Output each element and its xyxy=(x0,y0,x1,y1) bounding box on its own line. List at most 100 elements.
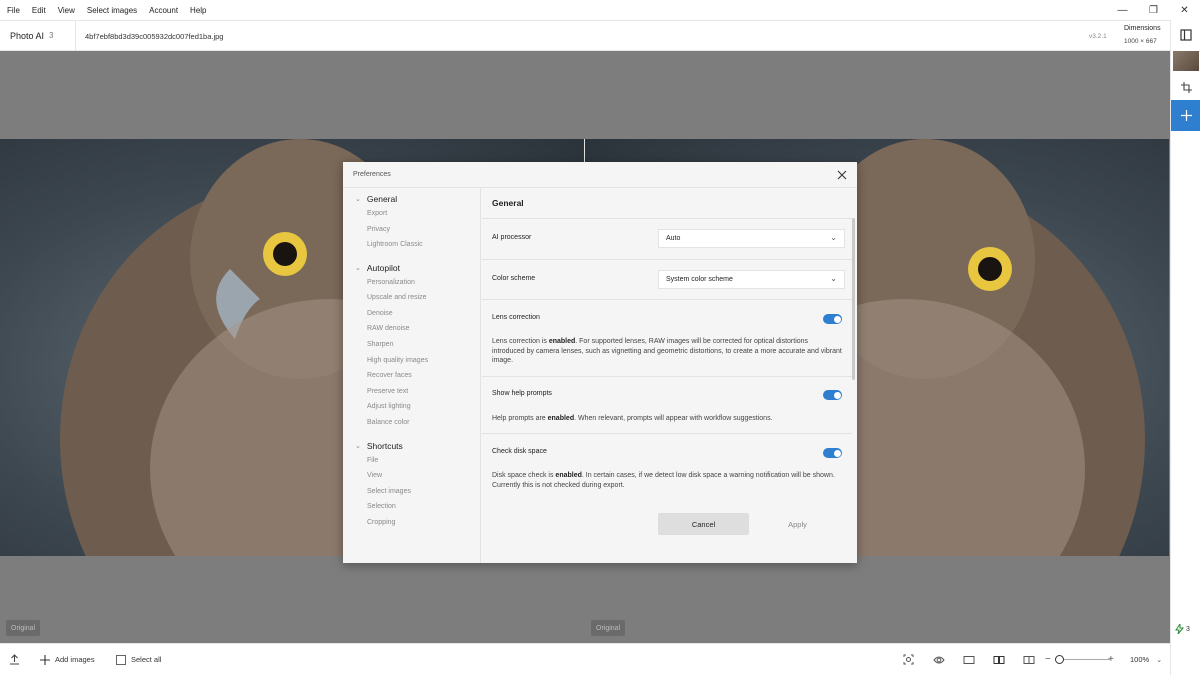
menu-view[interactable]: View xyxy=(52,6,81,15)
help-prompts-description: Help prompts are enabled. When relevant,… xyxy=(492,415,773,422)
chevron-down-icon: ⌄ xyxy=(355,265,361,272)
menu-file[interactable]: File xyxy=(0,6,26,15)
nav-section-shortcuts[interactable]: ⌄ Shortcuts xyxy=(355,441,403,451)
menu-select-images[interactable]: Select images xyxy=(81,6,143,15)
nav-item-raw-denoise[interactable]: RAW denoise xyxy=(367,325,410,332)
menu-edit[interactable]: Edit xyxy=(26,6,52,15)
divider xyxy=(482,218,852,219)
color-scheme-label: Color scheme xyxy=(492,275,536,282)
nav-item-privacy[interactable]: Privacy xyxy=(367,226,390,233)
zoom-out-button[interactable]: − xyxy=(1045,644,1051,675)
minus-icon: − xyxy=(1045,654,1051,665)
original-badge-left: Original xyxy=(6,620,41,636)
zoom-level-dropdown[interactable]: 100% ⌄ xyxy=(1130,644,1162,675)
content-title: General xyxy=(492,198,524,208)
eye-icon xyxy=(933,656,945,663)
nav-section-general[interactable]: ⌄ General xyxy=(355,194,397,204)
dialog-header: Preferences xyxy=(343,162,857,188)
nav-item-sharpen[interactable]: Sharpen xyxy=(367,341,393,348)
focus-icon xyxy=(903,654,914,665)
select-all-label: Select all xyxy=(131,655,162,664)
zoom-level: 100% xyxy=(1130,655,1150,664)
chevron-down-icon: ⌄ xyxy=(830,274,837,283)
thumbnail-image[interactable] xyxy=(1173,51,1199,71)
image-count: 3 xyxy=(49,31,54,40)
right-rail: 3 xyxy=(1170,20,1200,675)
split-view-button[interactable] xyxy=(1023,644,1035,675)
nav-item-balance-color[interactable]: Balance color xyxy=(367,419,409,426)
side-by-side-button[interactable] xyxy=(993,644,1005,675)
nav-item-export[interactable]: Export xyxy=(367,210,387,217)
ai-processor-value: Auto xyxy=(666,235,681,242)
original-badge-right: Original xyxy=(591,620,626,636)
zoom-slider-track[interactable] xyxy=(1057,659,1110,660)
nav-section-label: General xyxy=(366,194,398,204)
panel-toggle-button[interactable] xyxy=(1171,20,1200,50)
nav-item-adjust-lighting[interactable]: Adjust lighting xyxy=(367,403,411,410)
help-prompts-label: Show help prompts xyxy=(492,390,552,397)
chevron-down-icon: ⌄ xyxy=(830,233,837,242)
nav-item-select-images[interactable]: Select images xyxy=(367,488,411,495)
preferences-dialog: Preferences ⌄ General Export Privacy Lig… xyxy=(343,162,857,563)
single-view-icon xyxy=(963,655,975,664)
bottom-toolbar: Add images Select all − + 100% ⌄ xyxy=(0,643,1170,675)
nav-item-preserve-text[interactable]: Preserve text xyxy=(367,388,408,395)
export-button[interactable] xyxy=(9,644,20,675)
nav-item-denoise[interactable]: Denoise xyxy=(367,310,393,317)
header-divider xyxy=(75,21,76,51)
chevron-down-icon: ⌄ xyxy=(1156,656,1163,664)
add-images-button[interactable]: Add images xyxy=(40,644,95,675)
restore-button[interactable]: ❐ xyxy=(1138,0,1169,20)
menu-account[interactable]: Account xyxy=(143,6,184,15)
single-view-button[interactable] xyxy=(963,644,975,675)
zoom-in-button[interactable]: + xyxy=(1108,644,1114,675)
nav-item-upscale-resize[interactable]: Upscale and resize xyxy=(367,294,427,301)
dialog-footer: Cancel Apply xyxy=(482,500,857,563)
nav-item-view[interactable]: View xyxy=(367,472,382,479)
app-name: Photo AI xyxy=(10,31,45,41)
nav-item-selection[interactable]: Selection xyxy=(367,503,396,510)
color-scheme-select[interactable]: System color scheme ⌄ xyxy=(658,270,845,289)
disk-space-toggle[interactable] xyxy=(823,448,842,458)
select-all-checkbox[interactable] xyxy=(116,654,126,665)
nav-item-personalization[interactable]: Personalization xyxy=(367,279,415,286)
divider xyxy=(482,259,852,260)
dimensions-value: 1000 × 667 xyxy=(1124,38,1157,45)
app-header: Photo AI 3 4bf7ebf8bd3d39c005932dc007fed… xyxy=(0,20,1170,51)
nav-item-high-quality-images[interactable]: High quality images xyxy=(367,357,428,364)
lens-correction-toggle[interactable] xyxy=(823,314,842,324)
disk-space-label: Check disk space xyxy=(492,448,547,455)
nav-item-lightroom-classic[interactable]: Lightroom Classic xyxy=(367,241,423,248)
disk-space-description: Disk space check is enabled. In certain … xyxy=(492,472,835,489)
content-scrollbar[interactable] xyxy=(852,218,855,380)
nav-item-cropping[interactable]: Cropping xyxy=(367,519,395,526)
lens-correction-description: Lens correction is enabled. For supporte… xyxy=(492,338,842,364)
chevron-down-icon: ⌄ xyxy=(355,196,361,203)
close-icon xyxy=(837,170,847,180)
add-images-label: Add images xyxy=(55,655,95,664)
menu-help[interactable]: Help xyxy=(184,6,212,15)
preview-button[interactable] xyxy=(933,644,945,675)
credits-indicator[interactable]: 3 xyxy=(1175,624,1190,634)
zoom-slider-knob[interactable] xyxy=(1055,655,1064,664)
nav-item-recover-faces[interactable]: Recover faces xyxy=(367,372,412,379)
add-enhancement-button[interactable] xyxy=(1171,100,1200,131)
window-controls: — ❐ ✕ xyxy=(1107,0,1200,20)
cancel-button[interactable]: Cancel xyxy=(658,513,749,535)
plus-icon: + xyxy=(1108,654,1114,665)
nav-section-autopilot[interactable]: ⌄ Autopilot xyxy=(355,263,400,273)
close-dialog-button[interactable] xyxy=(834,167,850,183)
upload-icon xyxy=(10,654,19,665)
apply-button[interactable]: Apply xyxy=(752,513,843,535)
close-window-button[interactable]: ✕ xyxy=(1169,0,1200,20)
minimize-button[interactable]: — xyxy=(1107,0,1138,20)
select-all-toggle[interactable]: Select all xyxy=(116,644,161,675)
nav-item-file[interactable]: File xyxy=(367,457,378,464)
crop-button[interactable] xyxy=(1171,72,1200,102)
focus-button[interactable] xyxy=(903,644,914,675)
panel-toggle-icon xyxy=(1180,29,1192,41)
file-name: 4bf7ebf8bd3d39c005932dc007fed1ba.jpg xyxy=(85,32,224,41)
help-prompts-toggle[interactable] xyxy=(823,390,842,400)
ai-processor-select[interactable]: Auto ⌄ xyxy=(658,229,845,248)
plus-icon xyxy=(1180,110,1192,121)
